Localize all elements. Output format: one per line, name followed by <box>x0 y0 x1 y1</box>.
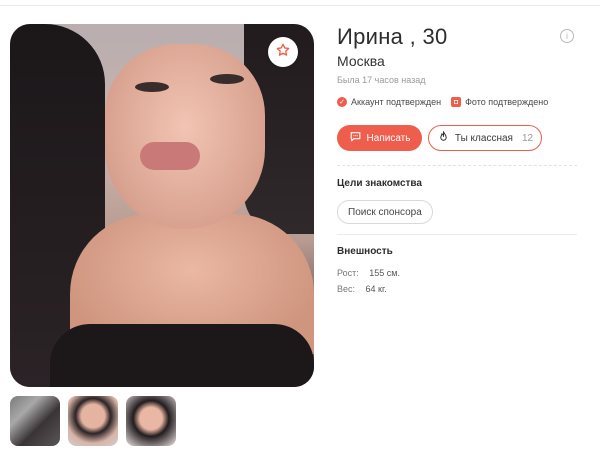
account-verified-label: Аккаунт подтвержден <box>351 97 442 107</box>
write-message-label: Написать <box>366 132 411 144</box>
star-icon <box>275 42 291 63</box>
goals-title: Цели знакомства <box>337 178 422 189</box>
photo-clothing <box>50 324 314 387</box>
profile-header: Ирина , 30 <box>337 24 577 50</box>
profile-actions: Написать Ты классная 12 <box>337 125 542 151</box>
weight-value: 64 кг. <box>365 284 387 294</box>
verification-badges: ✓ Аккаунт подтвержден ◘ Фото подтвержден… <box>337 97 548 107</box>
thumbnail-2[interactable] <box>68 396 118 446</box>
flame-icon <box>437 130 450 147</box>
goal-chip: Поиск спонсора <box>337 200 433 224</box>
profile-city: Москва <box>337 53 385 69</box>
last-seen: Была 17 часов назад <box>337 75 426 85</box>
favorite-button[interactable] <box>268 37 298 67</box>
photo-face <box>105 44 265 229</box>
photo-eye-left <box>135 82 169 92</box>
chat-icon <box>349 130 362 146</box>
weight-label: Вес: <box>337 284 356 294</box>
photo-thumbnails <box>10 396 176 446</box>
info-icon[interactable]: i <box>560 29 574 43</box>
height-label: Рост: <box>337 268 359 278</box>
write-message-button[interactable]: Написать <box>337 125 422 151</box>
thumbnail-3[interactable] <box>126 396 176 446</box>
camera-icon: ◘ <box>451 97 462 107</box>
like-button[interactable]: Ты классная 12 <box>428 125 542 151</box>
divider <box>337 165 577 166</box>
profile-name: Ирина , 30 <box>337 24 448 49</box>
height-row: Рост: 155 см. <box>337 268 400 278</box>
like-label: Ты классная <box>454 132 513 144</box>
top-divider <box>0 0 600 6</box>
photo-eye-right <box>210 74 244 84</box>
photo-verified-label: Фото подтверждено <box>465 97 549 107</box>
main-profile-photo[interactable] <box>10 24 314 387</box>
photo-lips <box>140 142 200 170</box>
weight-row: Вес: 64 кг. <box>337 284 387 294</box>
like-count: 12 <box>521 132 534 144</box>
check-icon: ✓ <box>337 97 347 107</box>
thumbnail-1[interactable] <box>10 396 60 446</box>
appearance-title: Внешность <box>337 246 393 257</box>
height-value: 155 см. <box>369 268 400 278</box>
divider <box>337 234 577 235</box>
